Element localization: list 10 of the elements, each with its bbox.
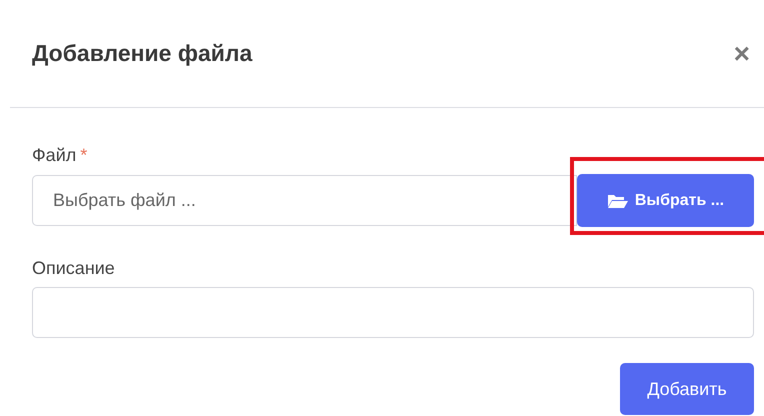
close-button[interactable]: × (734, 40, 750, 68)
required-mark: * (80, 144, 88, 166)
field-label: Описание (32, 256, 115, 280)
file-input-field[interactable]: Выбрать файл ... (32, 175, 577, 226)
dialog-title: Добавление файла (32, 39, 252, 68)
add-button[interactable]: Добавить (620, 363, 754, 415)
field-label: Файл (32, 144, 76, 166)
browse-button[interactable]: Выбрать ... (577, 174, 754, 227)
folder-icon (606, 194, 629, 208)
description-field[interactable] (32, 287, 754, 338)
